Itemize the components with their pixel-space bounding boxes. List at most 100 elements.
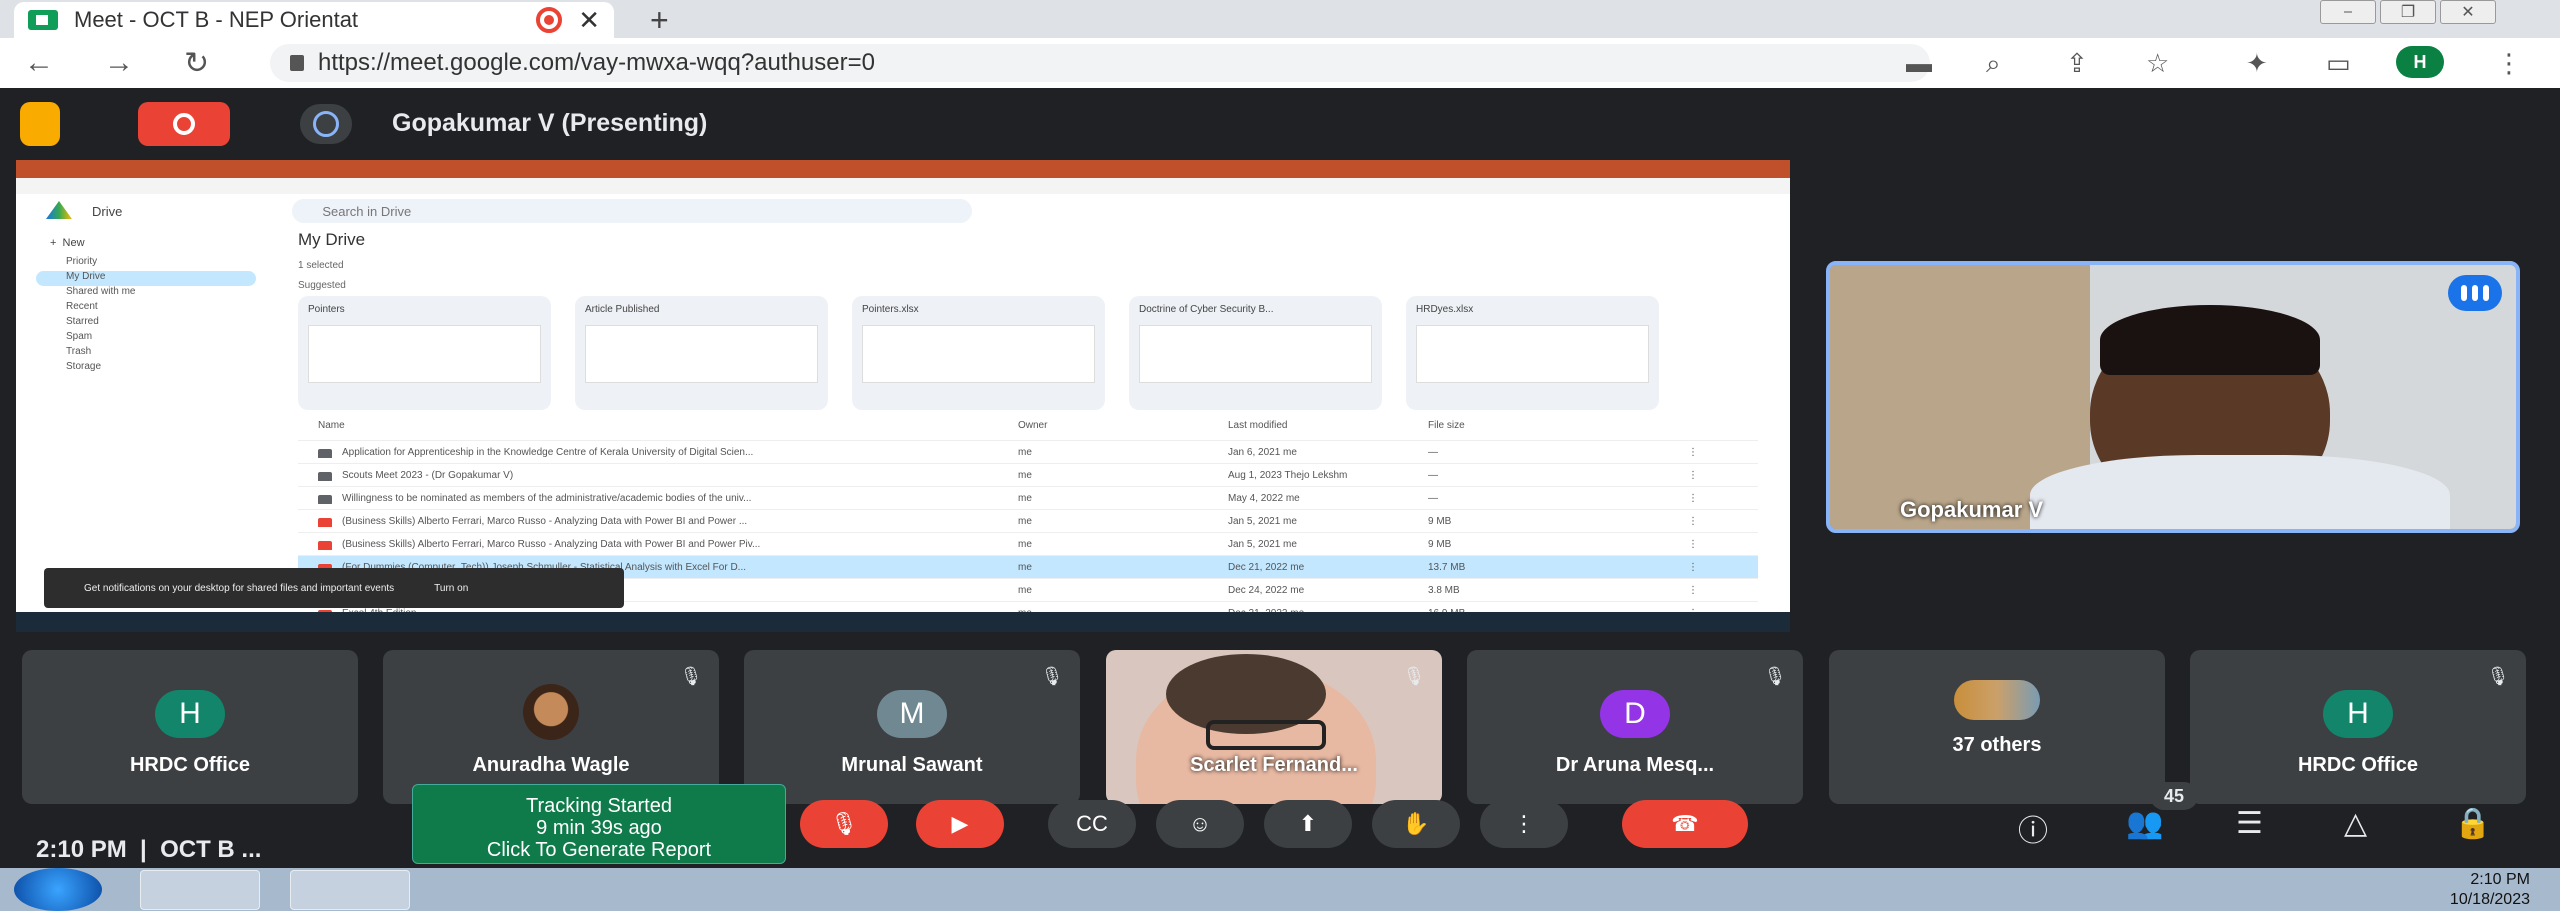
drive-card[interactable]: Doctrine of Cyber Security B...	[1129, 296, 1382, 410]
row-menu-icon[interactable]: ⋮	[1688, 562, 1738, 573]
camera-off-button[interactable]: ▶	[916, 800, 1004, 848]
emoji-button[interactable]: ☺	[1156, 800, 1244, 848]
drive-card[interactable]: HRDyes.xlsx	[1406, 296, 1659, 410]
participant-tile[interactable]: M 🎙 Mrunal Sawant	[744, 650, 1080, 804]
drive-new-label: New	[62, 237, 85, 249]
maximize-button[interactable]: ❐	[2380, 0, 2436, 24]
drive-new-button[interactable]: + New	[36, 230, 106, 256]
explorer-taskbar-icon[interactable]	[140, 870, 260, 910]
raise-hand-button[interactable]: ✋	[1372, 800, 1460, 848]
zoom-icon[interactable]: ⌕	[1986, 48, 2001, 80]
file-modified: Aug 1, 2023 Thejo Lekshm	[1228, 469, 1348, 481]
film-icon[interactable]	[20, 102, 60, 146]
close-tab-icon[interactable]: ✕	[578, 5, 600, 36]
table-row[interactable]: (Business Skills) Alberto Ferrari, Marco…	[298, 532, 1758, 555]
tracking-report-button[interactable]: Tracking Started 9 min 39s ago Click To …	[412, 784, 786, 864]
meeting-info-icon[interactable]: ⓘ	[2018, 806, 2048, 850]
start-button[interactable]	[14, 868, 102, 911]
drive-nav-item[interactable]: Shared with me	[36, 286, 276, 301]
file-name: Scouts Meet 2023 - (Dr Gopakumar V)	[318, 470, 1018, 481]
present-button[interactable]: ⬆	[1264, 800, 1352, 848]
drive-card-title: Pointers	[308, 304, 345, 315]
mic-muted-icon: 🎙	[679, 665, 703, 686]
browser-tab-meet[interactable]: Meet - OCT B - NEP Orientat ✕	[14, 2, 614, 38]
file-owner: me	[1018, 561, 1032, 573]
participant-photo	[523, 684, 579, 740]
participant-video-tile[interactable]: 🎙 Scarlet Fernand...	[1106, 650, 1442, 804]
row-menu-icon[interactable]: ⋮	[1688, 493, 1738, 504]
row-menu-icon[interactable]: ⋮	[1688, 470, 1738, 481]
col-name[interactable]: Name	[318, 420, 1018, 440]
people-icon[interactable]: 👥	[2126, 806, 2163, 841]
drive-main: My Drive 1 selected Suggested Pointers A…	[298, 230, 1758, 624]
menu-icon[interactable]: ⋮	[2496, 48, 2522, 79]
participant-tile[interactable]: 🎙 Anuradha Wagle	[383, 650, 719, 804]
chat-icon[interactable]: ☰	[2236, 806, 2263, 841]
drive-card[interactable]: Pointers.xlsx	[852, 296, 1105, 410]
share-icon[interactable]: ⇪	[2066, 48, 2088, 79]
col-owner[interactable]: Owner	[1018, 420, 1228, 440]
excel-taskbar-icon[interactable]	[590, 870, 710, 910]
chrome-taskbar-icon[interactable]	[290, 870, 410, 910]
col-size[interactable]: File size	[1428, 420, 1688, 440]
participant-tile[interactable]: H 🎙 HRDC Office	[2190, 650, 2526, 804]
new-tab-button[interactable]: +	[650, 2, 669, 39]
participant-tile[interactable]: D 🎙 Dr Aruna Mesq...	[1467, 650, 1803, 804]
row-menu-icon[interactable]: ⋮	[1688, 585, 1738, 596]
others-tile[interactable]: 37 others	[1829, 650, 2165, 804]
row-menu-icon[interactable]: ⋮	[1688, 447, 1738, 458]
back-icon[interactable]: ←	[24, 46, 54, 80]
drive-search[interactable]: Search in Drive	[292, 199, 973, 223]
drive-card[interactable]: Article Published	[575, 296, 828, 410]
captions-button[interactable]: CC	[1048, 800, 1136, 848]
minimize-button[interactable]: ⎯	[2320, 0, 2376, 24]
drive-nav-item[interactable]: Priority	[36, 256, 276, 271]
participant-name: Dr Aruna Mesq...	[1555, 754, 1715, 776]
more-options-button[interactable]: ⋮	[1480, 800, 1568, 848]
reload-icon[interactable]: ↻	[184, 46, 209, 81]
shared-screen[interactable]: Drive Search in Drive + New Priority My …	[16, 160, 1790, 632]
close-window-button[interactable]: ✕	[2440, 0, 2496, 24]
row-menu-icon[interactable]: ⋮	[1688, 539, 1738, 550]
forward-icon[interactable]: →	[104, 46, 134, 80]
drive-app-name: Drive	[92, 203, 123, 219]
row-menu-icon[interactable]: ⋮	[1688, 516, 1738, 527]
table-row[interactable]: (Business Skills) Alberto Ferrari, Marco…	[298, 509, 1758, 532]
address-bar[interactable]: https://meet.google.com/vay-mwxa-wqq?aut…	[270, 44, 1930, 82]
drive-nav-item[interactable]: Spam	[36, 331, 276, 346]
extensions-icon[interactable]: ✦	[2246, 48, 2268, 79]
record-button[interactable]	[138, 102, 230, 146]
participant-name: Anuradha Wagle	[472, 754, 630, 776]
camera-icon[interactable]: ▬	[1906, 48, 1932, 79]
bookmark-star-icon[interactable]: ☆	[2146, 48, 2169, 79]
notification-turn-on[interactable]: Turn on	[434, 583, 468, 594]
drive-nav-item[interactable]: Storage	[36, 361, 276, 376]
drive-nav-item[interactable]: Starred	[36, 316, 276, 331]
drive-nav-item[interactable]: Trash	[36, 346, 276, 361]
participant-tile[interactable]: H HRDC Office	[22, 650, 358, 804]
col-modified[interactable]: Last modified	[1228, 420, 1428, 440]
drive-nav-item[interactable]: Recent	[36, 301, 276, 316]
paint-taskbar-icon[interactable]	[440, 870, 560, 910]
presenter-body	[2030, 455, 2450, 529]
leave-call-button[interactable]: ☎	[1622, 800, 1748, 848]
host-controls-icon[interactable]: 🔒	[2454, 806, 2491, 841]
file-size: 9 MB	[1428, 515, 1452, 527]
activities-icon[interactable]: △	[2344, 806, 2367, 841]
drive-table-header: Name Owner Last modified File size	[298, 420, 1758, 440]
drive-nav-item[interactable]: My Drive	[36, 271, 256, 286]
presenter-video-tile[interactable]: Gopakumar V	[1826, 261, 2520, 533]
drive-card-title: Article Published	[585, 304, 660, 315]
mic-muted-icon: 🎙	[1402, 665, 1426, 686]
drive-card[interactable]: Pointers	[298, 296, 551, 410]
sidepanel-icon[interactable]: ▭	[2326, 48, 2351, 79]
others-count: 37 others	[1952, 734, 2042, 756]
table-row[interactable]: Scouts Meet 2023 - (Dr Gopakumar V) me Aug…	[298, 463, 1758, 486]
profile-avatar[interactable]: H	[2396, 46, 2444, 78]
table-row[interactable]: Application for Apprenticeship in the Kn…	[298, 440, 1758, 463]
table-row[interactable]: Willingness to be nominated as members o…	[298, 486, 1758, 509]
mic-off-button[interactable]: 🎙	[800, 800, 888, 848]
windows-taskbar: 2:10 PM 10/18/2023	[0, 868, 2560, 911]
file-name: Application for Apprenticeship in the Kn…	[318, 447, 1018, 458]
system-clock[interactable]: 2:10 PM 10/18/2023	[2450, 870, 2530, 910]
